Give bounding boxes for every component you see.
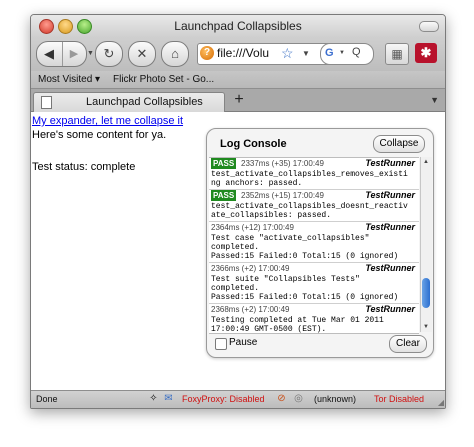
addon-icon: ✱ — [420, 45, 432, 60]
log-entry-source: TestRunner — [365, 190, 415, 200]
grid-view-button[interactable]: ▦ — [385, 43, 409, 65]
log-entry: 2366ms (+2) 17:00:49 TestRunner Test suite… — [209, 263, 419, 304]
reload-icon: ↻ — [103, 46, 115, 61]
log-entry-header: PASS 2352ms (+15) 17:00:49 TestRunner — [211, 190, 417, 201]
pause-label: Pause — [229, 337, 258, 348]
bookmark-flickr[interactable]: Flickr Photo Set - Go... — [113, 74, 214, 85]
log-scrollbar[interactable]: ▲ ▼ — [420, 157, 432, 332]
noscript-icon[interactable]: ⊘ — [276, 393, 287, 404]
log-entry-timestamp: 2352ms (+15) 17:00:49 — [241, 191, 324, 200]
reload-button[interactable]: ↻ — [95, 41, 123, 67]
resize-grip-icon[interactable]: ◢ — [438, 398, 444, 407]
back-button[interactable]: ◀ — [37, 42, 61, 66]
scroll-up-icon[interactable]: ▲ — [423, 159, 429, 165]
log-entry-header: 2368ms (+2) 17:00:49 TestRunner — [211, 304, 417, 315]
search-magnifier-icon[interactable]: Q — [352, 46, 361, 58]
bookmark-star-icon[interactable]: ☆ — [281, 45, 294, 62]
log-entry-source: TestRunner — [365, 158, 415, 168]
log-entry-header: PASS 2337ms (+35) 17:00:49 TestRunner — [211, 158, 417, 169]
forward-button[interactable]: ▶ — [62, 42, 85, 66]
pagerank-status: (unknown) — [314, 394, 357, 404]
collapse-button[interactable]: Collapse — [373, 135, 425, 153]
log-console-title: Log Console — [220, 138, 287, 150]
pause-checkbox[interactable] — [215, 338, 227, 350]
document-icon — [41, 96, 52, 109]
log-entry-message: Testing completed at Tue Mar 01 2011 17:… — [211, 316, 384, 334]
log-entry-source: TestRunner — [365, 304, 415, 314]
log-entry-timestamp: 2366ms (+2) 17:00:49 — [211, 264, 290, 273]
log-console-footer: Pause Clear — [207, 335, 433, 353]
tab-label: Launchpad Collapsibles — [86, 96, 203, 108]
scroll-thumb[interactable] — [422, 278, 430, 308]
tab-launchpad-collapsibles[interactable]: Launchpad Collapsibles — [33, 92, 225, 112]
expander-link[interactable]: My expander, let me collapse it — [32, 115, 183, 127]
home-button[interactable]: ⌂ — [161, 41, 189, 67]
google-search-engine-icon[interactable]: G — [325, 47, 334, 59]
log-entry: PASS 2352ms (+15) 17:00:49 TestRunner test_… — [209, 190, 419, 222]
toolbar-toggle-button[interactable] — [419, 21, 439, 32]
log-list[interactable]: PASS 2337ms (+35) 17:00:49 TestRunner test_… — [209, 157, 419, 334]
log-entry-header: 2366ms (+2) 17:00:49 TestRunner — [211, 263, 417, 274]
log-entry-header: 2364ms (+12) 17:00:49 TestRunner — [211, 222, 417, 233]
history-dropdown-icon[interactable]: ▼ — [87, 50, 94, 57]
navigation-toolbar: ◀ ▶ ▼ ↻ ✕ ⌂ ? file:///Volu ☆ ▼ G ▼ Q ▦ ✱ — [31, 37, 445, 71]
browser-window: Launchpad Collapsibles ◀ ▶ ▼ ↻ ✕ ⌂ ? fil… — [30, 14, 446, 409]
log-entry-source: TestRunner — [365, 263, 415, 273]
stop-button[interactable]: ✕ — [128, 41, 156, 67]
site-identity-icon[interactable]: ? — [200, 46, 214, 60]
foxyproxy-status[interactable]: FoxyProxy: Disabled — [182, 394, 265, 404]
collapsible-content: Here's some content for ya. — [32, 129, 167, 141]
clear-button[interactable]: Clear — [389, 335, 427, 353]
back-forward-group: ◀ ▶ — [36, 41, 87, 67]
pass-badge: PASS — [211, 158, 237, 169]
url-dropdown-icon[interactable]: ▼ — [302, 49, 310, 58]
home-icon: ⌂ — [171, 46, 179, 61]
log-entry-message: Test case "activate_collapsibles" comple… — [211, 234, 399, 261]
log-entry: PASS 2337ms (+35) 17:00:49 TestRunner test_… — [209, 158, 419, 190]
status-bar: Done ✧ ✉ FoxyProxy: Disabled ⊘ ◎ (unknow… — [31, 390, 445, 408]
log-entry-message: Test suite "Collapsibles Tests" complete… — [211, 275, 399, 302]
pagerank-icon[interactable]: ◎ — [293, 393, 304, 404]
log-entry-timestamp: 2337ms (+35) 17:00:49 — [241, 159, 324, 168]
log-entry-source: TestRunner — [365, 222, 415, 232]
url-text[interactable]: file:///Volu — [217, 46, 279, 60]
scroll-down-icon[interactable]: ▼ — [423, 324, 429, 330]
bookmarks-toolbar: Most Visited ▾ Flickr Photo Set - Go... — [31, 71, 445, 89]
mail-icon[interactable]: ✉ — [163, 393, 174, 404]
search-engine-dropdown-icon[interactable]: ▼ — [339, 50, 345, 56]
tor-status[interactable]: Tor Disabled — [374, 394, 424, 404]
bookmark-most-visited[interactable]: Most Visited ▾ — [38, 74, 100, 85]
test-status: Test status: complete — [32, 161, 136, 173]
grid-icon: ▦ — [391, 47, 403, 61]
back-arrow-icon: ◀ — [44, 46, 54, 61]
status-text: Done — [36, 394, 58, 404]
log-console: Log Console Collapse PASS 2337ms (+35) 17… — [206, 128, 434, 358]
tab-list-icon[interactable]: ▼ — [430, 95, 439, 105]
page-content: My expander, let me collapse it Here's s… — [31, 112, 445, 390]
search-box[interactable]: G ▼ Q — [320, 43, 374, 65]
new-tab-button[interactable]: + — [228, 91, 250, 109]
log-entry: 2368ms (+2) 17:00:49 TestRunner Testing co… — [209, 304, 419, 334]
forward-arrow-icon: ▶ — [69, 48, 79, 60]
title-bar[interactable]: Launchpad Collapsibles — [31, 15, 445, 37]
window-title: Launchpad Collapsibles — [174, 19, 302, 33]
log-entry-timestamp: 2364ms (+12) 17:00:49 — [211, 223, 294, 232]
security-icon[interactable]: ✧ — [148, 393, 159, 404]
pass-badge: PASS — [211, 190, 237, 201]
addon-button[interactable]: ✱ — [415, 43, 437, 63]
stop-icon: ✕ — [136, 46, 148, 61]
tab-bar: Launchpad Collapsibles + ▼ — [31, 89, 445, 112]
log-entry: 2364ms (+12) 17:00:49 TestRunner Test case… — [209, 222, 419, 263]
log-entry-timestamp: 2368ms (+2) 17:00:49 — [211, 305, 290, 314]
log-entry-message: test_activate_collapsibles_removes_exist… — [211, 170, 408, 188]
log-entry-message: test_activate_collapsibles_doesnt_reacti… — [211, 202, 408, 220]
